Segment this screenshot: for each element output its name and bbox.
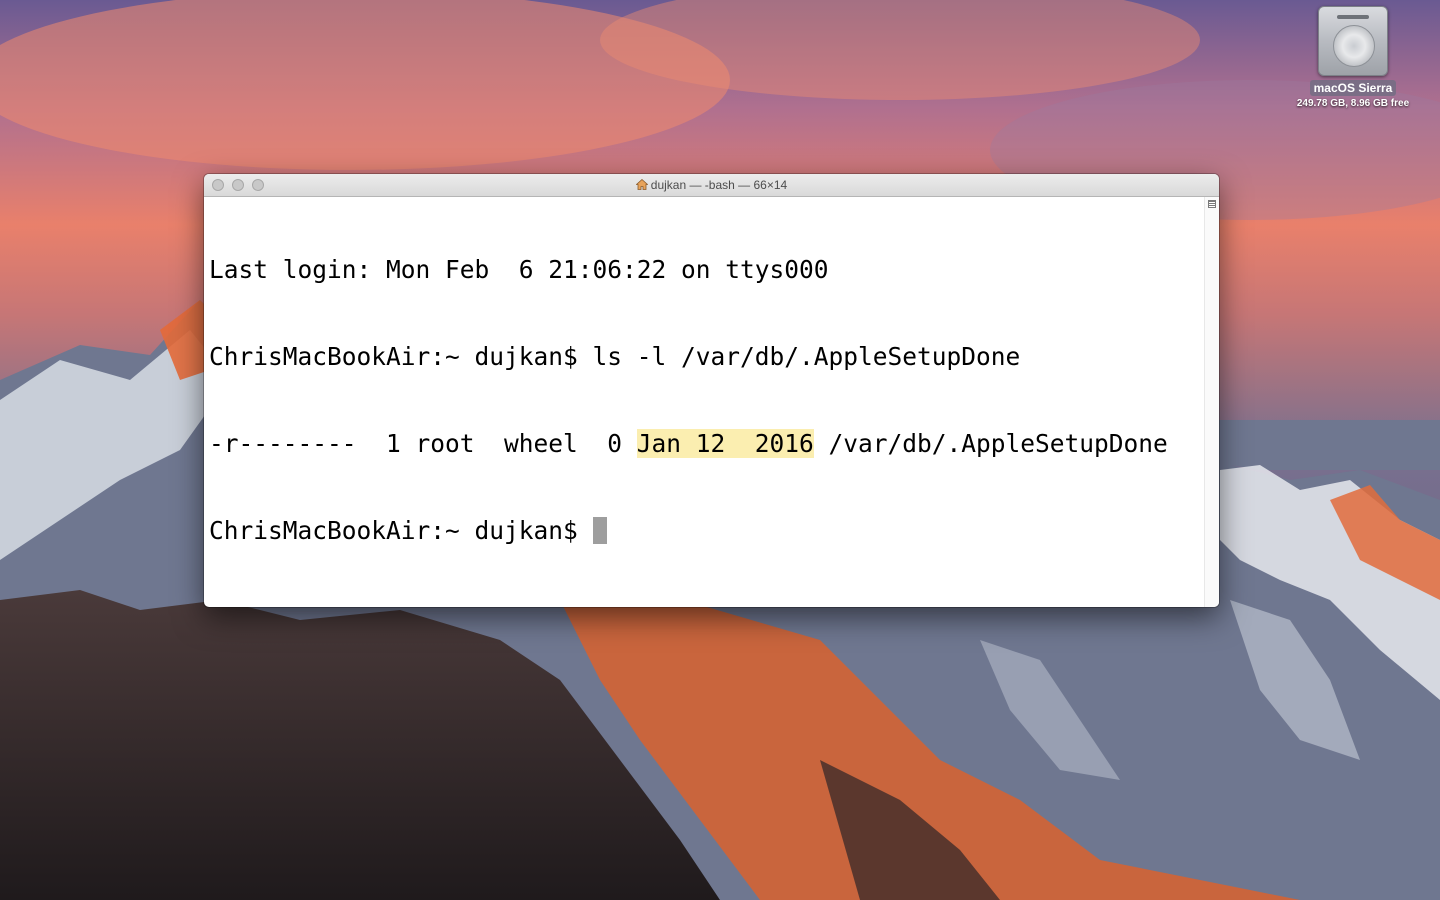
terminal-line: Last login: Mon Feb 6 21:06:22 on ttys00… [209, 255, 829, 284]
ls-output-prefix: -r-------- 1 root wheel 0 [209, 429, 637, 458]
drive-desktop-icon[interactable]: macOS Sierra 249.78 GB, 8.96 GB free [1288, 6, 1418, 109]
window-title-text: dujkan — -bash — 66×14 [650, 178, 788, 192]
terminal-content[interactable]: Last login: Mon Feb 6 21:06:22 on ttys00… [204, 197, 1205, 607]
scroll-marker-icon[interactable] [1208, 200, 1216, 208]
scrollbar[interactable] [1204, 197, 1219, 607]
terminal-line: ChrisMacBookAir:~ dujkan$ ls -l /var/db/… [209, 342, 1021, 371]
text-cursor [592, 517, 607, 544]
highlighted-date: Jan 12 2016 [636, 429, 814, 458]
ls-output-path: /var/db/.AppleSetupDone [813, 429, 1168, 458]
terminal-line: -r-------- 1 root wheel 0 Jan 12 2016 /v… [209, 429, 1205, 458]
title-bar[interactable]: dujkan — -bash — 66×14 [204, 174, 1219, 197]
drive-name-label: macOS Sierra [1309, 80, 1397, 96]
hard-drive-icon[interactable] [1318, 6, 1388, 76]
drive-disc [1333, 25, 1375, 67]
terminal-line: ChrisMacBookAir:~ dujkan$ [209, 516, 1205, 545]
window-title: dujkan — -bash — 66×14 [204, 174, 1219, 196]
drive-slot [1337, 15, 1369, 19]
desktop: macOS Sierra 249.78 GB, 8.96 GB free duj… [0, 0, 1440, 900]
terminal-window[interactable]: dujkan — -bash — 66×14 Last login: Mon F… [204, 174, 1219, 607]
prompt: ChrisMacBookAir:~ dujkan$ [209, 516, 593, 545]
drive-info-label: 249.78 GB, 8.96 GB free [1296, 98, 1410, 109]
home-icon [635, 179, 648, 190]
